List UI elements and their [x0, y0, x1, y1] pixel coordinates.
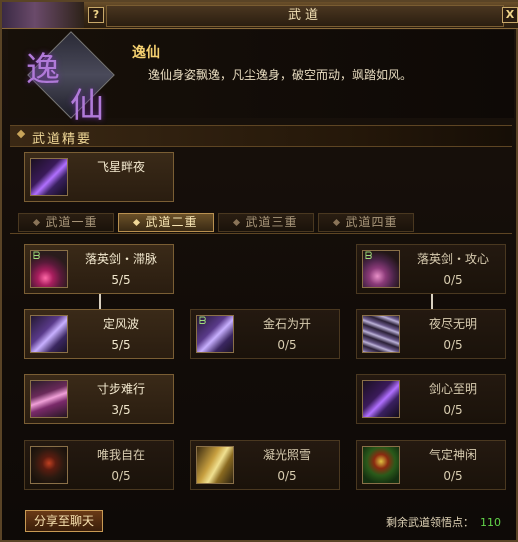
skill-card-weiwozizai[interactable]: 唯我自在 0/5 [24, 440, 174, 490]
tab-diamond-icon [133, 218, 141, 227]
figure-icon[interactable] [30, 446, 68, 484]
points-label: 剩余武道领悟点： [386, 516, 474, 529]
window-title: 武道 [106, 5, 504, 27]
tier-tabs: 武道一重 武道二重 武道三重 武道四重 [10, 213, 512, 234]
skill-name: 金石为开 [262, 317, 311, 331]
skill-name: 夜尽无明 [428, 317, 477, 331]
skill-glyph-icon: ᗷ [365, 251, 373, 262]
tab-label: 武道四重 [345, 215, 398, 229]
sword-icon[interactable]: ᗷ [362, 250, 400, 288]
violet-icon[interactable]: ᗷ [196, 315, 234, 353]
school-emblem-icon: 逸 仙 [18, 31, 122, 138]
tab-diamond-icon [33, 218, 41, 227]
sword-icon[interactable]: ᗷ [30, 250, 68, 288]
skill-card-yejinwuming[interactable]: 夜尽无明 0/5 [356, 309, 506, 359]
tab-label: 武道二重 [145, 215, 198, 229]
skill-card-luoying-gongxin[interactable]: ᗷ 落英剑・攻心 0/5 [356, 244, 506, 294]
skill-card-cunbunanxing[interactable]: 寸步难行 3/5 [24, 374, 174, 424]
night-icon[interactable] [362, 315, 400, 353]
school-description: 逸仙身姿飘逸，凡尘逸身，破空而动，飒踏如风。 [148, 68, 413, 82]
emblem-char-2: 仙 [70, 86, 104, 126]
skill-level: 3/5 [111, 403, 131, 417]
section-header-essence: 武道精要 [10, 125, 512, 147]
skill-name: 唯我自在 [96, 448, 145, 462]
skill-name: 落英剑・攻心 [416, 252, 489, 266]
diamond-bullet-icon [16, 129, 26, 139]
essence-skill-card[interactable]: 飞星畔夜 [24, 152, 174, 202]
skill-connector [431, 294, 433, 310]
skill-name: 定风波 [102, 317, 139, 331]
skill-level: 0/5 [277, 469, 297, 483]
skill-name: 气定神闲 [428, 448, 477, 462]
purple-dash-icon[interactable] [30, 158, 68, 196]
school-header: 逸 仙 逸仙 逸仙身姿飘逸，凡尘逸身，破空而动，飒踏如风。 [8, 30, 514, 126]
emblem-char-1: 逸 [26, 50, 60, 90]
school-name: 逸仙 [132, 45, 160, 61]
skill-card-jianxinzhiming[interactable]: 剑心至明 0/5 [356, 374, 506, 424]
skill-name: 落英剑・滞脉 [84, 252, 157, 266]
skill-level: 5/5 [111, 338, 131, 352]
skill-card-ningguangzhaoxue[interactable]: 凝光照雪 0/5 [190, 440, 340, 490]
close-button[interactable]: X [502, 7, 518, 23]
tab-tier-4[interactable]: 武道四重 [318, 213, 414, 232]
violet-icon[interactable] [362, 380, 400, 418]
skill-level: 0/5 [443, 273, 463, 287]
gold-icon[interactable] [196, 446, 234, 484]
tab-tier-3[interactable]: 武道三重 [218, 213, 314, 232]
tab-label: 武道三重 [245, 215, 298, 229]
skill-level: 5/5 [111, 273, 131, 287]
skill-name: 凝光照雪 [262, 448, 311, 462]
wing-icon[interactable] [30, 380, 68, 418]
skill-name: 剑心至明 [428, 382, 477, 396]
skill-level: 0/5 [443, 403, 463, 417]
tab-tier-1[interactable]: 武道一重 [18, 213, 114, 232]
skill-level: 0/5 [111, 469, 131, 483]
points-value: 110 [480, 516, 501, 529]
skill-card-jinshiweikai[interactable]: ᗷ 金石为开 0/5 [190, 309, 340, 359]
tab-diamond-icon [333, 218, 341, 227]
skill-card-dingfengbo[interactable]: 定风波 5/5 [24, 309, 174, 359]
skill-name: 飞星畔夜 [96, 160, 145, 174]
share-to-chat-button[interactable]: 分享至聊天 [25, 510, 103, 532]
title-bar[interactable]: ? 武道 X [2, 2, 518, 29]
skill-card-qidingshenxian[interactable]: 气定神闲 0/5 [356, 440, 506, 490]
help-button[interactable]: ? [88, 7, 104, 23]
tab-diamond-icon [233, 218, 241, 227]
title-bar-decoration [2, 2, 84, 28]
skill-level: 0/5 [277, 338, 297, 352]
section-title: 武道精要 [32, 132, 93, 147]
skill-level: 0/5 [443, 469, 463, 483]
skill-glyph-icon: ᗷ [199, 316, 207, 327]
tab-label: 武道一重 [45, 215, 98, 229]
skill-glyph-icon: ᗷ [33, 251, 41, 262]
skill-level: 0/5 [443, 338, 463, 352]
green-icon[interactable] [362, 446, 400, 484]
skill-card-luoying-zhimai[interactable]: ᗷ 落英剑・滞脉 5/5 [24, 244, 174, 294]
violet-icon[interactable] [30, 315, 68, 353]
tab-tier-2[interactable]: 武道二重 [118, 213, 214, 232]
skill-name: 寸步难行 [96, 382, 145, 396]
wudao-window: ? 武道 X 逸 仙 逸仙 逸仙身姿飘逸，凡尘逸身，破空而动，飒踏如风。 武道精… [0, 0, 518, 542]
remaining-points: 剩余武道领悟点： 110 [386, 514, 501, 530]
skill-connector [99, 294, 101, 310]
